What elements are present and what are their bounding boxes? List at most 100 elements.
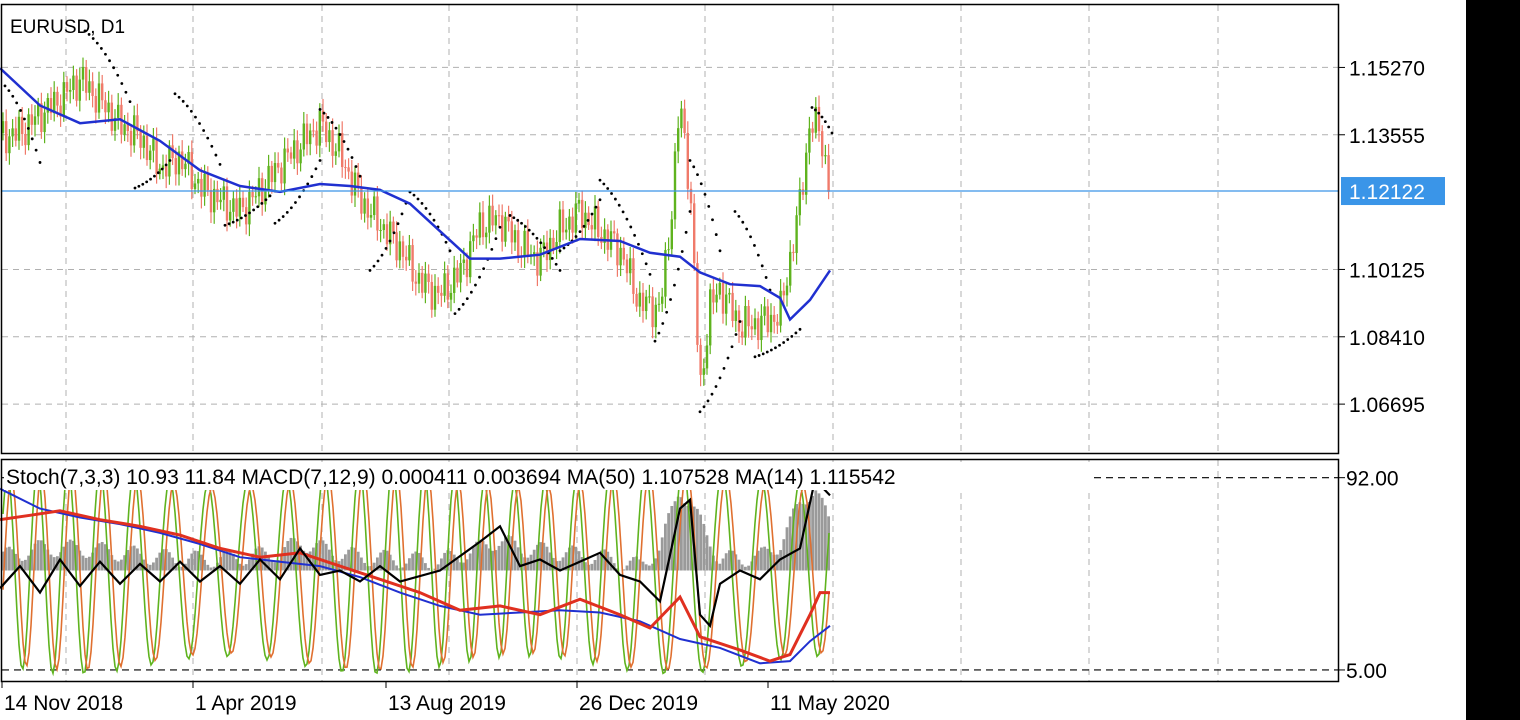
sar-dot xyxy=(235,218,239,222)
candle-body xyxy=(513,230,517,243)
candle-body xyxy=(801,189,805,195)
sar-dot xyxy=(520,221,523,225)
candle-body xyxy=(296,140,299,164)
candle-body xyxy=(629,258,632,274)
sar-dot xyxy=(388,239,392,243)
sar-dot xyxy=(318,159,322,162)
candle-body xyxy=(712,289,715,303)
candle-body xyxy=(625,259,629,274)
candle-body xyxy=(184,163,187,170)
candle-body xyxy=(709,289,712,346)
candle-body xyxy=(747,306,750,327)
sar-dot xyxy=(26,127,30,130)
candle-body xyxy=(11,128,14,137)
candle-body xyxy=(270,165,273,183)
sar-dot xyxy=(206,136,210,140)
sar-dot xyxy=(264,198,268,202)
candle-body xyxy=(616,233,619,266)
sar-dot xyxy=(202,129,206,132)
candle-body xyxy=(101,83,104,101)
sar-dot xyxy=(710,392,714,396)
sar-dot xyxy=(738,320,742,323)
candle-body xyxy=(117,104,120,118)
sar-dot xyxy=(830,131,834,135)
candle-body xyxy=(523,230,526,257)
macd-histogram-bar xyxy=(190,553,194,571)
candle-body xyxy=(385,224,389,245)
sar-dot xyxy=(790,334,794,338)
macd-histogram-bar xyxy=(574,546,578,571)
candle-body xyxy=(197,178,200,184)
sar-dot xyxy=(594,205,598,209)
sar-dot xyxy=(19,109,22,112)
sar-dot xyxy=(108,59,111,63)
candle-body xyxy=(94,96,97,113)
sar-dot xyxy=(794,331,798,335)
candle-body xyxy=(581,199,584,229)
candle-body xyxy=(328,130,331,143)
sar-dot xyxy=(774,346,777,350)
macd-histogram-bar xyxy=(664,523,667,571)
sar-dot xyxy=(813,108,817,112)
sar-dot xyxy=(416,197,420,201)
macd-histogram-bar xyxy=(702,523,706,571)
candle-body xyxy=(561,209,565,233)
candle-body xyxy=(805,152,808,195)
sar-dot xyxy=(338,133,342,136)
candle-body xyxy=(341,133,344,168)
chart-svg[interactable]: EURUSD, D1 Stoch(7,3,3) 10.93 11.84 MACD… xyxy=(0,0,1520,720)
sar-dot xyxy=(760,264,764,268)
candle-body xyxy=(277,163,280,168)
macd-histogram-bar xyxy=(740,564,744,571)
macd-histogram-bar xyxy=(40,540,43,571)
candle-body xyxy=(734,310,737,322)
sar-dot xyxy=(757,354,761,357)
candle-body xyxy=(651,296,654,328)
candle-body xyxy=(757,318,760,341)
candle-body xyxy=(769,314,773,333)
macd-histogram-bar xyxy=(452,554,456,571)
sar-dot xyxy=(761,352,765,356)
sar-dot xyxy=(629,225,633,229)
candle-body xyxy=(696,263,699,345)
macd-histogram-bar xyxy=(708,546,712,571)
candle-body xyxy=(661,296,664,304)
macd-histogram-bar xyxy=(116,561,120,571)
sar-dot xyxy=(661,322,665,325)
sar-dot xyxy=(420,201,424,205)
sar-dot xyxy=(711,218,714,222)
candle-body xyxy=(200,178,203,197)
sar-dot xyxy=(346,147,350,151)
price-axis-label: 1.08410 xyxy=(1349,327,1425,350)
sar-dot xyxy=(676,267,680,271)
candle-body xyxy=(488,205,491,233)
macd-histogram-bar xyxy=(721,558,725,571)
candle-body xyxy=(590,225,593,230)
candle-body xyxy=(597,206,600,237)
sar-dot xyxy=(314,167,318,171)
sar-dot xyxy=(214,153,218,157)
candle-body xyxy=(238,197,241,217)
candle-body xyxy=(398,241,401,261)
sar-dot xyxy=(160,167,164,171)
candle-body xyxy=(456,267,459,283)
candle-body xyxy=(209,190,213,213)
candle-body xyxy=(641,292,645,312)
candle-body xyxy=(379,230,382,232)
candle-body xyxy=(8,136,11,154)
sar-dot xyxy=(469,290,473,294)
time-axis-label: 14 Nov 2018 xyxy=(4,692,123,715)
candle-body xyxy=(424,273,427,293)
sar-dot xyxy=(173,92,177,96)
sar-dot xyxy=(210,144,214,148)
candle-body xyxy=(366,198,369,218)
candle-body xyxy=(133,115,136,146)
macd-histogram-bar xyxy=(817,493,821,571)
candle-body xyxy=(353,172,357,196)
sar-dot xyxy=(478,275,481,279)
sar-dot xyxy=(644,262,648,266)
candle-body xyxy=(497,215,501,217)
sar-dot xyxy=(384,247,388,250)
candle-body xyxy=(731,292,734,322)
candle-body xyxy=(305,123,309,145)
